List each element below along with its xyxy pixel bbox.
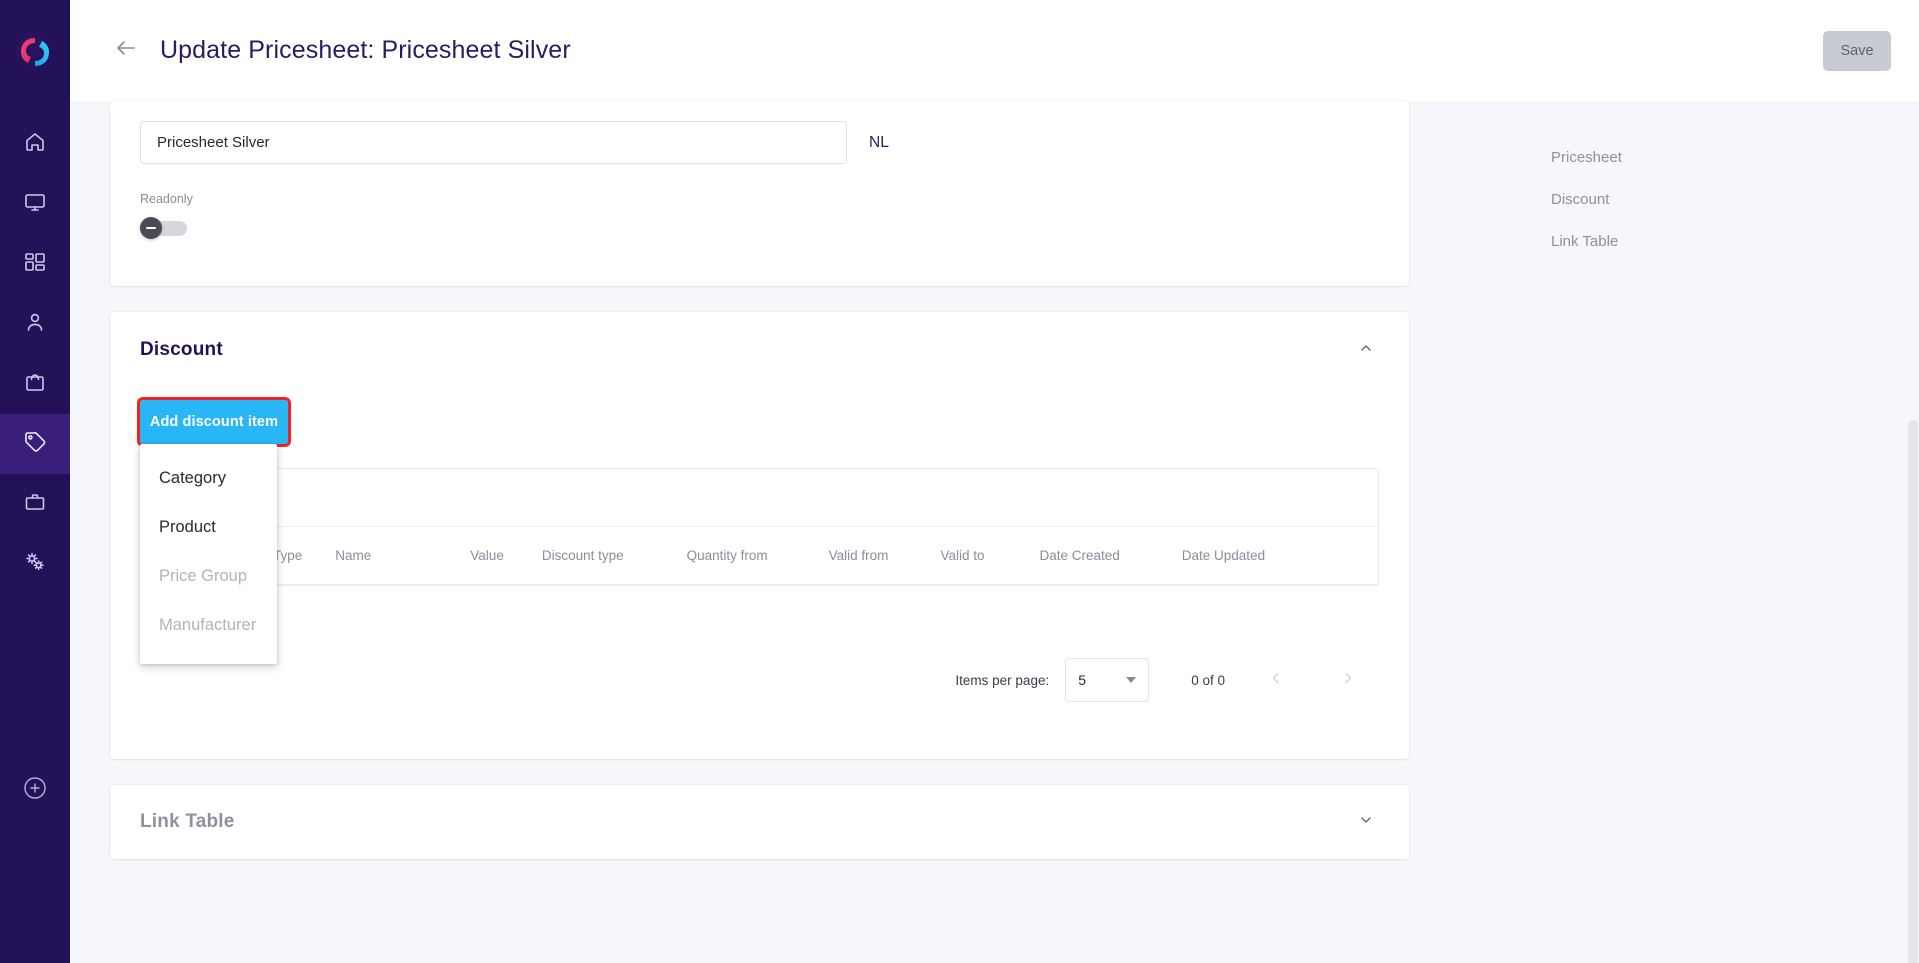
chevron-left-icon [1268,670,1284,691]
chevron-right-icon [1340,670,1356,691]
sidebar-add-button[interactable] [0,775,70,806]
add-discount-item-button[interactable]: Add discount item [137,397,291,447]
gears-icon [23,550,47,579]
sidebar-item-dashboard[interactable] [0,234,70,294]
discount-table-header-row: Type Name Value Discount type Quantity f… [141,527,1378,585]
section-quick-nav: Pricesheet Discount Link Table [1551,149,1622,250]
app-logo[interactable] [15,32,55,72]
content-left-column: NL Readonly Discount [70,101,1449,963]
briefcase-icon [23,490,47,519]
language-badge: NL [869,133,889,151]
pagination-prev-button[interactable] [1255,659,1297,701]
link-table-card[interactable]: Link Table [110,785,1409,859]
column-header-valid-to[interactable]: Valid to [940,548,984,563]
pricesheet-card: NL Readonly [110,101,1409,286]
pricesheet-name-input[interactable] [140,121,847,164]
link-table-section-title: Link Table [140,811,235,832]
top-bar: Update Pricesheet: Pricesheet Silver Sav… [70,0,1919,101]
home-icon [23,130,47,159]
quicknav-item-link-table[interactable]: Link Table [1551,233,1622,250]
page-title: Update Pricesheet: Pricesheet Silver [160,36,571,64]
menu-item-product[interactable]: Product [140,503,277,552]
column-header-value[interactable]: Value [470,548,504,563]
arrow-left-icon [114,36,138,65]
discount-card: Discount Add discount item Category Prod… [110,312,1409,759]
page-scrollbar-thumb[interactable] [1908,420,1918,963]
chevron-down-icon [1126,677,1137,683]
pricesheet-name-row: NL [140,121,1379,164]
column-header-date-updated[interactable]: Date Updated [1182,548,1265,563]
chevron-down-icon [1358,812,1374,833]
shopping-bag-icon [23,370,47,399]
menu-item-manufacturer: Manufacturer [159,616,257,634]
column-header-discount-type[interactable]: Discount type [542,548,624,563]
items-per-page-value: 5 [1078,672,1087,688]
left-sidebar [0,0,70,963]
sidebar-item-orders[interactable] [0,354,70,414]
toggle-thumb [140,217,162,239]
sidebar-item-pricesheets[interactable] [0,414,70,474]
column-header-name[interactable]: Name [335,548,371,563]
sidebar-item-customers[interactable] [0,294,70,354]
save-button[interactable]: Save [1823,31,1891,71]
discount-section-title: Discount [140,339,223,360]
column-header-valid-from[interactable]: Valid from [829,548,889,563]
discount-section-header[interactable]: Discount [110,312,1409,388]
sidebar-item-settings[interactable] [0,534,70,594]
person-icon [23,310,47,339]
page-scrollbar[interactable] [1905,202,1919,963]
add-discount-item-wrapper: Add discount item Category Product Price… [137,397,291,664]
link-table-collapse-toggle[interactable] [1353,809,1379,835]
pagination-next-button[interactable] [1327,659,1369,701]
menu-item-category[interactable]: Category [140,454,277,503]
items-per-page-select[interactable]: 5 [1065,658,1150,702]
add-discount-item-menu: Category Product Price Group Manufacture… [140,444,277,664]
monitor-icon [23,190,47,219]
column-header-quantity-from[interactable]: Quantity from [687,548,768,563]
discount-table-filter-row [141,469,1378,527]
discount-collapse-toggle[interactable] [1353,337,1379,363]
quicknav-item-discount[interactable]: Discount [1551,191,1622,208]
sidebar-item-monitor[interactable] [0,174,70,234]
sidebar-item-briefcase[interactable] [0,474,70,534]
quicknav-item-pricesheet[interactable]: Pricesheet [1551,149,1622,166]
plus-circle-icon [22,775,48,806]
discount-paginator: Items per page: 5 0 of 0 [140,658,1379,702]
discount-body: Add discount item Category Product Price… [110,388,1409,736]
back-button[interactable] [104,29,148,73]
app-root: Update Pricesheet: Pricesheet Silver Sav… [0,0,1919,963]
tag-icon [23,430,47,459]
content-scroll-area: NL Readonly Discount [70,101,1919,963]
pagination-range-label: 0 of 0 [1191,672,1225,688]
menu-item-price-group: Price Group [159,567,248,585]
column-header-date-created[interactable]: Date Created [1039,548,1119,563]
dashboard-grid-icon [23,250,47,279]
sidebar-nav [0,114,70,594]
readonly-label: Readonly [140,192,193,206]
column-header-type[interactable]: Type [273,548,302,563]
sidebar-item-home[interactable] [0,114,70,174]
items-per-page-label: Items per page: [955,672,1050,688]
content-right-column: Pricesheet Discount Link Table [1449,101,1919,963]
readonly-toggle[interactable] [140,217,190,239]
main-area: Update Pricesheet: Pricesheet Silver Sav… [70,0,1919,963]
chevron-up-icon [1358,340,1374,361]
discount-table: Type Name Value Discount type Quantity f… [140,468,1379,586]
